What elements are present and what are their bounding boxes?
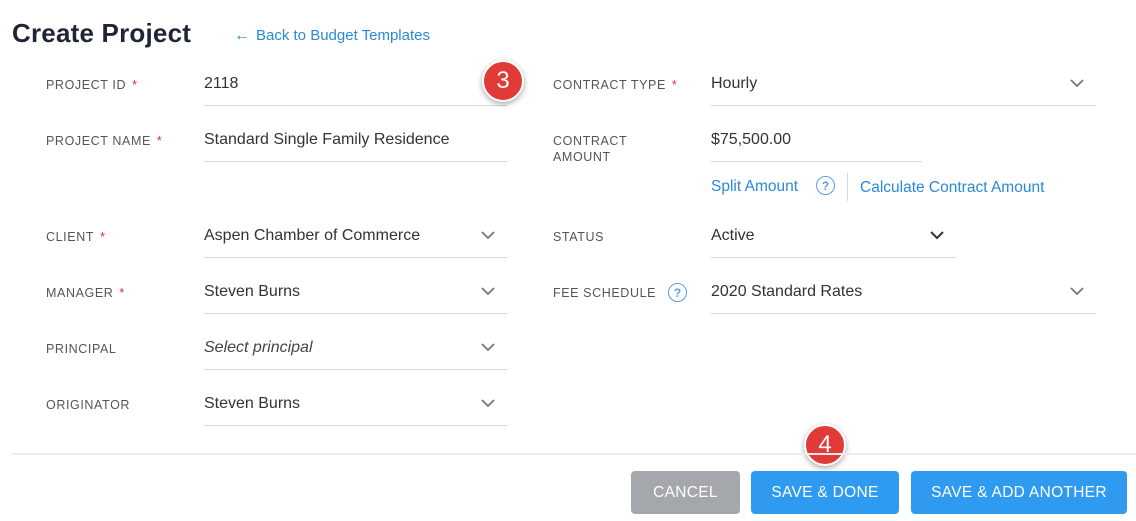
principal-label: PRINCIPAL <box>46 342 117 356</box>
fee-schedule-select[interactable]: 2020 Standard Rates <box>711 270 1096 314</box>
footer-divider <box>12 453 1136 455</box>
originator-label: ORIGINATOR <box>46 398 131 412</box>
client-label: CLIENT * <box>46 230 106 244</box>
status-label: STATUS <box>553 230 605 244</box>
save-and-add-another-button[interactable]: SAVE & ADD ANOTHER <box>911 471 1127 514</box>
required-mark: * <box>156 134 163 148</box>
required-mark: * <box>132 78 138 92</box>
manager-value: Steven Burns <box>204 282 301 300</box>
calculate-contract-amount-link[interactable]: Calculate Contract Amount <box>860 179 1044 197</box>
back-to-budget-templates-link[interactable]: ← Back to Budget Templates <box>234 27 430 44</box>
back-link-label: Back to Budget Templates <box>256 27 430 44</box>
save-and-done-button[interactable]: SAVE & DONE <box>751 471 899 514</box>
originator-value: Steven Burns <box>204 394 301 412</box>
required-mark: * <box>671 78 678 92</box>
fee-schedule-value: 2020 Standard Rates <box>711 282 863 300</box>
required-mark: * <box>100 230 106 244</box>
project-id-field[interactable]: 2118 <box>204 62 507 106</box>
divider <box>847 173 848 201</box>
contract-amount-value: $75,500.00 <box>711 130 792 148</box>
question-circle-icon[interactable]: ? <box>668 283 687 302</box>
question-circle-icon[interactable]: ? <box>816 176 835 195</box>
chevron-down-icon[interactable] <box>926 225 948 247</box>
manager-label: MANAGER * <box>46 286 125 300</box>
project-name-label: PROJECT NAME * <box>46 134 163 148</box>
manager-select[interactable]: Steven Burns <box>204 270 507 314</box>
project-id-value: 2118 <box>204 74 239 92</box>
page-title: Create Project <box>12 18 192 48</box>
status-value: Active <box>711 226 755 244</box>
client-select[interactable]: Aspen Chamber of Commerce <box>204 214 507 258</box>
project-name-value: Standard Single Family Residence <box>204 130 450 148</box>
principal-placeholder: Select principal <box>204 338 313 356</box>
chevron-down-icon[interactable] <box>477 281 499 303</box>
client-value: Aspen Chamber of Commerce <box>204 226 421 244</box>
chevron-down-icon[interactable] <box>477 225 499 247</box>
status-select[interactable]: Active <box>711 214 956 258</box>
contract-amount-field[interactable]: $75,500.00 <box>711 118 922 162</box>
contract-type-label: CONTRACT TYPE * <box>553 78 678 92</box>
contract-type-value: Hourly <box>711 74 758 92</box>
originator-select[interactable]: Steven Burns <box>204 382 507 426</box>
project-name-field[interactable]: Standard Single Family Residence <box>204 118 507 162</box>
step-badge-4: 4 <box>804 424 846 466</box>
contract-type-select[interactable]: Hourly <box>711 62 1096 106</box>
required-mark: * <box>119 286 125 300</box>
chevron-down-icon[interactable] <box>477 393 499 415</box>
arrow-left-icon: ← <box>234 26 250 44</box>
chevron-down-icon[interactable] <box>1066 73 1088 95</box>
split-amount-link[interactable]: Split Amount <box>711 178 798 196</box>
chevron-down-icon[interactable] <box>1066 281 1088 303</box>
step-badge-3: 3 <box>482 60 524 102</box>
fee-schedule-label: FEE SCHEDULE <box>553 286 657 300</box>
contract-amount-label: CONTRACT AMOUNT <box>553 134 628 164</box>
chevron-down-icon[interactable] <box>477 337 499 359</box>
cancel-button[interactable]: CANCEL <box>631 471 740 514</box>
project-id-label: PROJECT ID * <box>46 78 138 92</box>
principal-select[interactable]: Select principal <box>204 326 507 370</box>
